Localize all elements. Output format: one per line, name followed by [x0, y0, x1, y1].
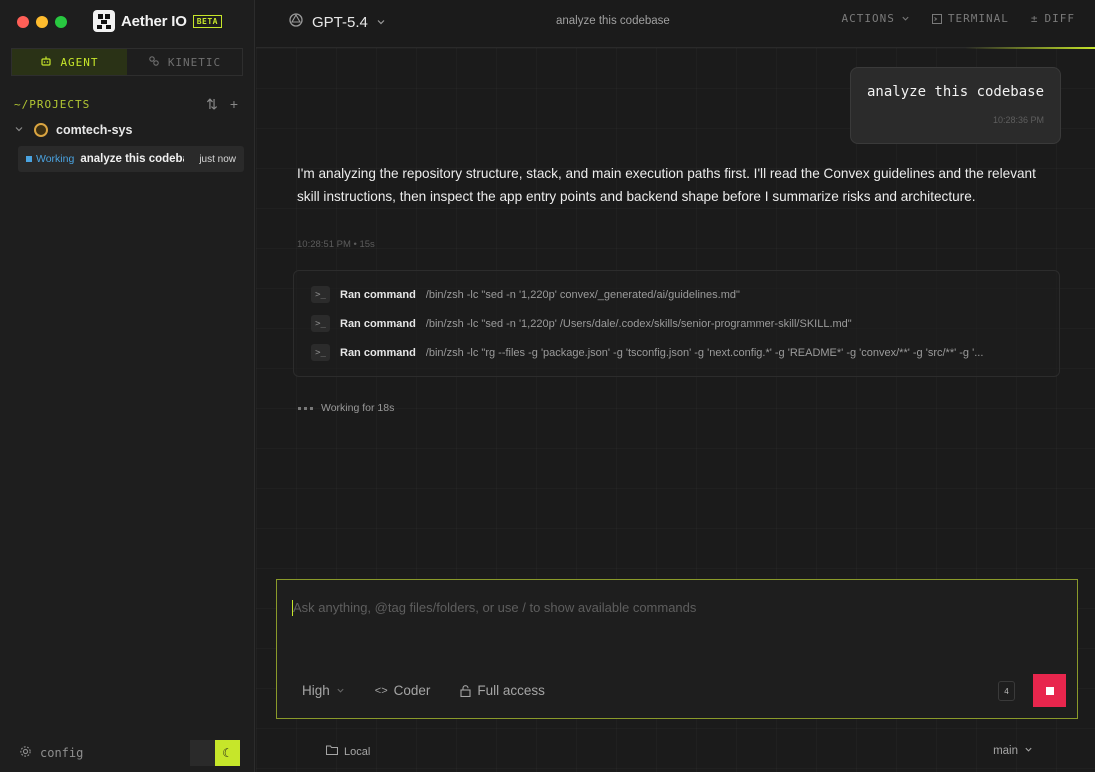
sort-icon[interactable]: ⇅: [206, 96, 218, 113]
theme-toggle[interactable]: ☾: [190, 740, 240, 766]
config-button[interactable]: config: [19, 745, 83, 761]
gear-icon: [19, 745, 32, 761]
tab-agent[interactable]: AGENT: [12, 49, 127, 75]
close-window-button[interactable]: [17, 16, 29, 28]
stop-icon: [1045, 686, 1054, 695]
chevron-down-icon: [901, 14, 910, 23]
effort-label: High: [302, 683, 330, 698]
terminal-prompt-icon: >_: [311, 344, 330, 361]
composer[interactable]: Ask anything, @tag files/folders, or use…: [276, 579, 1078, 719]
assistant-message-meta: 10:28:51 PM • 15s: [297, 239, 375, 250]
mode-label: Coder: [393, 683, 431, 698]
moon-icon[interactable]: ☾: [215, 740, 240, 766]
main-panel: GPT-5.4 analyze this codebase ACTIONS TE…: [256, 0, 1095, 772]
config-label: config: [40, 746, 84, 760]
add-project-icon[interactable]: +: [230, 96, 238, 113]
command-log: >_ Ran command /bin/zsh -lc "sed -n '1,2…: [293, 270, 1060, 377]
top-actions: ACTIONS TERMINAL ± DIFF: [842, 12, 1075, 25]
command-item[interactable]: >_ Ran command /bin/zsh -lc "sed -n '1,2…: [311, 286, 1041, 303]
location-selector[interactable]: Local: [326, 745, 370, 758]
chevron-down-icon[interactable]: [14, 124, 26, 137]
stop-button[interactable]: [1033, 674, 1066, 707]
command-text: /bin/zsh -lc "rg --files -g 'package.jso…: [425, 346, 984, 359]
command-item[interactable]: >_ Ran command /bin/zsh -lc "sed -n '1,2…: [311, 315, 1041, 332]
command-label: Ran command: [340, 317, 416, 330]
terminal-button[interactable]: TERMINAL: [931, 12, 1009, 25]
projects-header: ~/PROJECTS ⇅ +: [14, 96, 238, 113]
beta-badge: BETA: [192, 14, 222, 28]
terminal-label: TERMINAL: [947, 12, 1009, 25]
composer-input[interactable]: Ask anything, @tag files/folders, or use…: [293, 600, 696, 615]
diff-label: DIFF: [1044, 12, 1075, 25]
working-status: Working for 18s: [321, 402, 395, 414]
command-item[interactable]: >_ Ran command /bin/zsh -lc "rg --files …: [311, 344, 1041, 361]
mode-tabs: AGENT KINETIC: [11, 48, 243, 76]
assistant-message-text: I'm analyzing the repository structure, …: [297, 166, 1036, 204]
projects-label: ~/PROJECTS: [14, 98, 91, 111]
effort-selector[interactable]: High: [302, 683, 345, 698]
project-avatar-icon: [34, 123, 48, 137]
command-text: /bin/zsh -lc "sed -n '1,220p' convex/_ge…: [425, 288, 740, 301]
user-message-time: 10:28:36 PM: [992, 115, 1044, 125]
topbar: GPT-5.4 analyze this codebase ACTIONS TE…: [256, 0, 1095, 48]
openai-icon: [288, 12, 304, 32]
thread-title: analyze this codebase: [80, 153, 184, 165]
command-label: Ran command: [340, 288, 416, 301]
code-icon: <>: [374, 684, 388, 697]
chevron-down-icon: [1024, 745, 1033, 757]
folder-icon: [326, 745, 338, 758]
thread-status: Working: [36, 153, 75, 165]
lock-icon: [460, 684, 471, 697]
working-indicator: Working for 18s: [298, 402, 394, 414]
user-message-text: analyze this codebase: [867, 84, 1045, 100]
status-dot-icon: [26, 156, 32, 162]
composer-options: High <> Coder Full access: [302, 683, 545, 698]
accent-line: [965, 47, 1095, 49]
user-message: analyze this codebase 10:28:36 PM: [850, 67, 1061, 144]
chevron-down-icon: [376, 14, 386, 31]
project-item[interactable]: comtech-sys: [14, 123, 132, 137]
conversation-title: analyze this codebase: [556, 15, 670, 27]
tab-kinetic[interactable]: KINETIC: [127, 49, 242, 75]
branch-selector[interactable]: main: [993, 745, 1033, 757]
project-name: comtech-sys: [56, 123, 133, 137]
branch-label: main: [993, 745, 1018, 757]
sidebar: Aether IO BETA AGENT KINETIC ~/PROJECTS …: [0, 0, 255, 772]
brand-name: Aether IO: [121, 12, 187, 30]
projects-actions: ⇅ +: [206, 96, 238, 113]
robot-icon: [40, 55, 52, 70]
thread-item[interactable]: Working analyze this codebase just now: [18, 146, 244, 172]
location-label: Local: [344, 745, 371, 758]
model-selector[interactable]: GPT-5.4: [288, 12, 386, 32]
mode-selector[interactable]: <> Coder: [375, 683, 431, 698]
brand-logo-icon: [93, 10, 115, 32]
actions-label: ACTIONS: [841, 12, 895, 25]
tab-agent-label: AGENT: [60, 55, 99, 69]
command-label: Ran command: [340, 346, 416, 359]
command-text: /bin/zsh -lc "sed -n '1,220p' /Users/dal…: [425, 317, 852, 330]
access-selector[interactable]: Full access: [460, 683, 545, 698]
terminal-prompt-icon: >_: [311, 315, 330, 332]
tab-kinetic-label: KINETIC: [167, 55, 222, 69]
actions-menu[interactable]: ACTIONS: [842, 12, 910, 25]
chevron-down-icon: [336, 686, 345, 695]
light-theme-option[interactable]: [190, 740, 215, 766]
thread-time: just now: [199, 153, 236, 165]
plus-minus-icon: ±: [1030, 12, 1039, 25]
brand: Aether IO BETA: [93, 10, 222, 32]
diff-button[interactable]: ± DIFF: [1031, 12, 1075, 25]
terminal-prompt-icon: >_: [311, 286, 330, 303]
minimize-window-button[interactable]: [36, 16, 48, 28]
terminal-icon: [931, 13, 942, 24]
queue-counter[interactable]: 4: [998, 681, 1015, 701]
link-icon: [148, 55, 160, 70]
loading-dots-icon: [298, 406, 313, 410]
window-controls: [17, 16, 67, 28]
maximize-window-button[interactable]: [55, 16, 67, 28]
access-label: Full access: [477, 683, 545, 698]
model-name: GPT-5.4: [312, 13, 368, 31]
